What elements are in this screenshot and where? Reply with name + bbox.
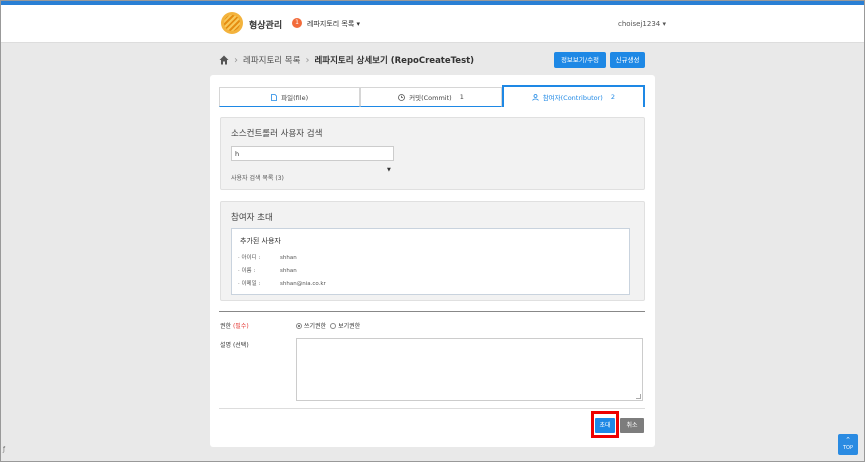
invite-title: 참여자 초대 xyxy=(231,213,273,223)
repository-list-menu-label: 레파지토리 목록 xyxy=(307,20,355,28)
user-search-input[interactable] xyxy=(231,146,394,161)
edit-info-button[interactable]: 정보보기/수정 xyxy=(554,52,606,68)
home-icon[interactable] xyxy=(219,55,229,65)
breadcrumb-separator-icon: › xyxy=(305,54,310,66)
user-id-row: · 아이디 : shhan xyxy=(238,253,297,261)
app-header: 형상관리 1 레파지토리 목록 ▾ choisej1234 ▾ xyxy=(1,5,864,43)
user-name-key: · 이름 : xyxy=(238,268,256,274)
user-name: choisej1234 xyxy=(618,20,661,28)
breadcrumb: › 레파지토리 목록 › 레파지토리 상세보기 (RepoCreateTest) xyxy=(219,53,474,67)
cancel-button[interactable]: 취소 xyxy=(620,418,644,433)
chevron-down-icon: ▾ xyxy=(662,20,666,28)
section-divider xyxy=(219,311,645,312)
tab-contributor[interactable]: 참여자(Contributor) 2 xyxy=(501,85,645,107)
write-permission-label[interactable]: 쓰기권한 xyxy=(304,321,326,330)
user-id-value: shhan xyxy=(280,255,297,261)
create-new-button[interactable]: 신규생성 xyxy=(610,52,645,68)
tab-file[interactable]: 파일(file) xyxy=(219,87,361,107)
user-icon xyxy=(531,93,539,101)
resize-handle-icon[interactable] xyxy=(636,394,641,399)
user-name-value: shhan xyxy=(280,268,297,274)
added-user-card: 추가된 사용자 · 아이디 : shhan · 이름 : shhan · 이메일 :… xyxy=(231,228,630,295)
user-email-row: · 이메일 : shhan@nia.co.kr xyxy=(238,279,326,287)
description-textarea[interactable] xyxy=(296,338,643,401)
chevron-up-icon: ⌃ xyxy=(845,436,851,444)
breadcrumb-repository-list[interactable]: 레파지토리 목록 xyxy=(243,54,300,66)
scroll-top-button[interactable]: ⌃ TOP xyxy=(838,434,858,455)
scroll-top-label: TOP xyxy=(842,445,853,451)
required-mark: (필수) xyxy=(232,323,249,330)
user-email-key: · 이메일 : xyxy=(238,281,261,287)
user-name-row: · 이름 : shhan xyxy=(238,266,297,274)
chevron-down-icon[interactable]: ▼ xyxy=(387,167,391,173)
tab-file-label: 파일(file) xyxy=(281,94,309,102)
added-user-title: 추가된 사용자 xyxy=(240,237,281,245)
user-menu[interactable]: choisej1234 ▾ xyxy=(618,20,666,28)
tab-bar: 파일(file) 커밋(Commit) 1 참여자(Contributor) 2 xyxy=(219,85,645,107)
permission-radio-group: 쓰기권한 보기권한 xyxy=(296,321,360,330)
file-icon xyxy=(271,93,278,101)
permission-label-text: 권한 xyxy=(220,323,232,330)
tab-contributor-label: 참여자(Contributor) xyxy=(542,94,603,102)
tab-contributor-count: 2 xyxy=(610,93,615,101)
clock-icon xyxy=(398,93,406,101)
invite-button[interactable]: 초대 xyxy=(595,418,615,433)
user-email-value: shhan@nia.co.kr xyxy=(280,281,326,287)
description-label: 설명 (선택) xyxy=(220,342,249,349)
tab-commit[interactable]: 커밋(Commit) 1 xyxy=(360,87,502,107)
invite-section: 참여자 초대 추가된 사용자 · 아이디 : shhan · 이름 : shhan … xyxy=(220,201,645,301)
user-id-key: · 아이디 : xyxy=(238,255,261,261)
logo-icon[interactable] xyxy=(221,12,243,34)
read-permission-radio[interactable] xyxy=(330,322,337,329)
write-permission-radio[interactable] xyxy=(296,322,302,329)
search-result-label: 사용자 검색 목록 (3) xyxy=(231,175,284,182)
footer-divider xyxy=(219,408,645,409)
user-search-title: 소스컨트롤러 사용자 검색 xyxy=(231,129,323,139)
notification-badge: 1 xyxy=(292,18,302,28)
repository-list-menu[interactable]: 레파지토리 목록 ▾ xyxy=(307,19,360,29)
breadcrumb-separator-icon: › xyxy=(234,54,238,66)
tab-commit-count: 1 xyxy=(459,93,464,101)
read-permission-label[interactable]: 보기권한 xyxy=(338,321,360,330)
permission-label: 권한 (필수) xyxy=(220,321,249,330)
chevron-down-icon: ▾ xyxy=(356,20,361,28)
edge-mark: ƒ xyxy=(3,446,6,453)
app-title[interactable]: 형상관리 xyxy=(249,18,282,31)
tab-commit-label: 커밋(Commit) xyxy=(409,94,452,102)
breadcrumb-current: 레파지토리 상세보기 (RepoCreateTest) xyxy=(314,56,475,66)
user-search-section: 소스컨트롤러 사용자 검색 ▼ 사용자 검색 목록 (3) xyxy=(220,117,645,190)
